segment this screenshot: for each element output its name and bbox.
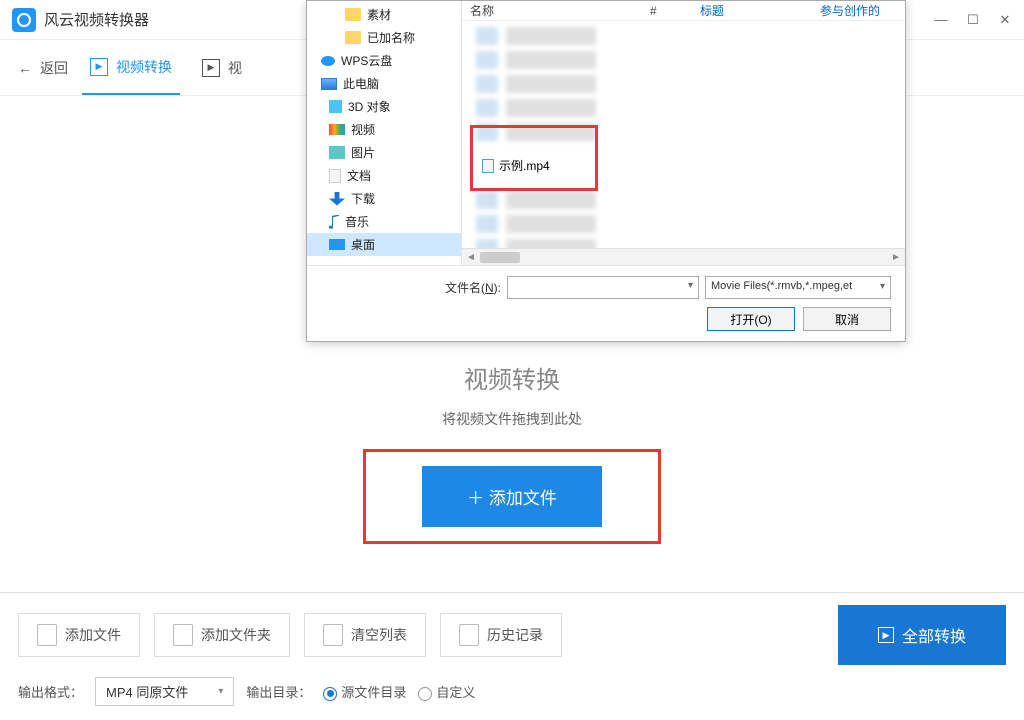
nav-video[interactable]: 视频 (307, 118, 461, 141)
tab-video-convert[interactable]: ▶ 视频转换 (82, 40, 180, 95)
open-button[interactable]: 打开(O) (707, 307, 795, 331)
file-highlight-box (470, 125, 598, 191)
drop-subtitle: 将视频文件拖拽到此处 (363, 409, 661, 429)
tab-label: 视频转换 (116, 57, 172, 77)
nav-wps[interactable]: WPS云盘 (307, 49, 461, 72)
filename-label: 文件名(N): (445, 279, 501, 296)
list-item[interactable] (476, 191, 891, 209)
tab-other[interactable]: ▶ 视 (194, 40, 250, 95)
nav-music[interactable]: 音乐 (307, 210, 461, 233)
scroll-left-icon[interactable]: ◄ (462, 252, 480, 263)
add-file-button[interactable]: ＋ 添加文件 (422, 466, 602, 527)
toolbar-clear-label: 清空列表 (351, 625, 407, 645)
options-row: 输出格式： MP4 同原文件 输出目录： 源文件目录 自定义 (18, 677, 1006, 706)
toolbar-add-file[interactable]: 添加文件 (18, 613, 140, 657)
folder-icon (345, 31, 361, 44)
back-label: 返回 (40, 58, 68, 78)
filename-row: 文件名(N): Movie Files(*.rmvb,*.mpeg,et (321, 276, 891, 299)
nav-3d[interactable]: 3D 对象 (307, 95, 461, 118)
download-icon (329, 192, 345, 206)
filename-input[interactable] (507, 276, 699, 299)
nav-added[interactable]: 已加名称 (307, 26, 461, 49)
nav-images[interactable]: 图片 (307, 141, 461, 164)
back-button[interactable]: ← 返回 (18, 58, 68, 78)
radio-source-label: 源文件目录 (341, 685, 406, 700)
header-num[interactable]: # (642, 4, 692, 18)
bottom-bar: 添加文件 添加文件夹 清空列表 历史记录 ▶ 全部转换 输出格式： MP4 同原文… (0, 592, 1024, 720)
doc-icon (329, 169, 341, 183)
horizontal-scrollbar[interactable]: ◄► (462, 248, 905, 265)
radio-icon (418, 687, 432, 701)
toolbar-add-folder-label: 添加文件夹 (201, 625, 271, 645)
file-open-dialog: 素材 已加名称 WPS云盘 此电脑 3D 对象 视频 图片 文档 下载 音乐 桌… (306, 0, 906, 342)
image-icon (329, 146, 345, 159)
pc-icon (321, 78, 337, 90)
output-format-value: MP4 同原文件 (106, 682, 188, 701)
minimize-button[interactable]: — (934, 13, 948, 27)
cancel-button[interactable]: 取消 (803, 307, 891, 331)
radio-source-dir[interactable]: 源文件目录 (323, 682, 406, 701)
dialog-file-list[interactable]: 名称 # 标题 参与创作的 示例.mp4 ◄► (462, 1, 905, 265)
cube-icon (329, 100, 342, 113)
filter-text: Movie Files(*.rmvb,*.mpeg,et (711, 280, 852, 292)
music-icon (329, 215, 339, 229)
radio-custom-label: 自定义 (436, 685, 475, 700)
toolbar-history-label: 历史记录 (487, 625, 543, 645)
dialog-footer: 文件名(N): Movie Files(*.rmvb,*.mpeg,et 打开(… (307, 265, 905, 341)
convert-icon: ▶ (90, 58, 108, 76)
toolbar-clear[interactable]: 清空列表 (304, 613, 426, 657)
convert-all-button[interactable]: ▶ 全部转换 (838, 605, 1006, 665)
toolbar-row: 添加文件 添加文件夹 清空列表 历史记录 ▶ 全部转换 (18, 605, 1006, 665)
list-item[interactable] (476, 27, 891, 45)
nav-docs[interactable]: 文档 (307, 164, 461, 187)
dialog-body: 素材 已加名称 WPS云盘 此电脑 3D 对象 视频 图片 文档 下载 音乐 桌… (307, 1, 905, 265)
tab-other-label: 视 (228, 58, 242, 78)
app-logo-icon (12, 8, 36, 32)
scroll-right-icon[interactable]: ► (887, 252, 905, 263)
list-item[interactable] (476, 99, 891, 117)
folder-icon (345, 8, 361, 21)
desktop-icon (329, 239, 345, 250)
radio-icon (323, 687, 337, 701)
drop-title: 视频转换 (363, 360, 661, 395)
filetype-filter[interactable]: Movie Files(*.rmvb,*.mpeg,et (705, 276, 891, 299)
file-icon (37, 624, 57, 646)
list-item[interactable] (476, 51, 891, 69)
header-name[interactable]: 名称 (462, 2, 642, 19)
list-header: 名称 # 标题 参与创作的 (462, 1, 905, 21)
list-item[interactable] (476, 215, 891, 233)
cloud-icon (321, 56, 335, 66)
header-title[interactable]: 标题 (692, 2, 812, 19)
folder-icon (173, 624, 193, 646)
convert-all-label: 全部转换 (902, 623, 966, 647)
video-icon (329, 124, 345, 135)
window-controls: — ☐ ✕ (934, 13, 1012, 27)
history-icon (459, 624, 479, 646)
nav-downloads[interactable]: 下载 (307, 187, 461, 210)
output-dir-label: 输出目录： (246, 682, 311, 701)
drop-area[interactable]: 视频转换 将视频文件拖拽到此处 ＋ 添加文件 (363, 360, 661, 544)
maximize-button[interactable]: ☐ (966, 13, 980, 27)
dialog-nav-tree[interactable]: 素材 已加名称 WPS云盘 此电脑 3D 对象 视频 图片 文档 下载 音乐 桌… (307, 1, 462, 265)
play-icon: ▶ (878, 627, 894, 643)
highlight-box: ＋ 添加文件 (363, 449, 661, 544)
nav-desktop[interactable]: 桌面 (307, 233, 461, 256)
toolbar-add-folder[interactable]: 添加文件夹 (154, 613, 290, 657)
trash-icon (323, 624, 343, 646)
radio-custom-dir[interactable]: 自定义 (418, 682, 475, 701)
toolbar-add-file-label: 添加文件 (65, 625, 121, 645)
toolbar-history[interactable]: 历史记录 (440, 613, 562, 657)
scroll-thumb[interactable] (480, 252, 520, 263)
nav-thispc[interactable]: 此电脑 (307, 72, 461, 95)
list-item[interactable] (476, 75, 891, 93)
tab-other-icon: ▶ (202, 59, 220, 77)
dialog-buttons: 打开(O) 取消 (321, 307, 891, 331)
output-format-select[interactable]: MP4 同原文件 (95, 677, 234, 706)
close-button[interactable]: ✕ (998, 13, 1012, 27)
header-artist[interactable]: 参与创作的 (812, 2, 888, 19)
arrow-left-icon: ← (18, 60, 32, 76)
nav-sucai[interactable]: 素材 (307, 3, 461, 26)
output-format-label: 输出格式： (18, 682, 83, 701)
